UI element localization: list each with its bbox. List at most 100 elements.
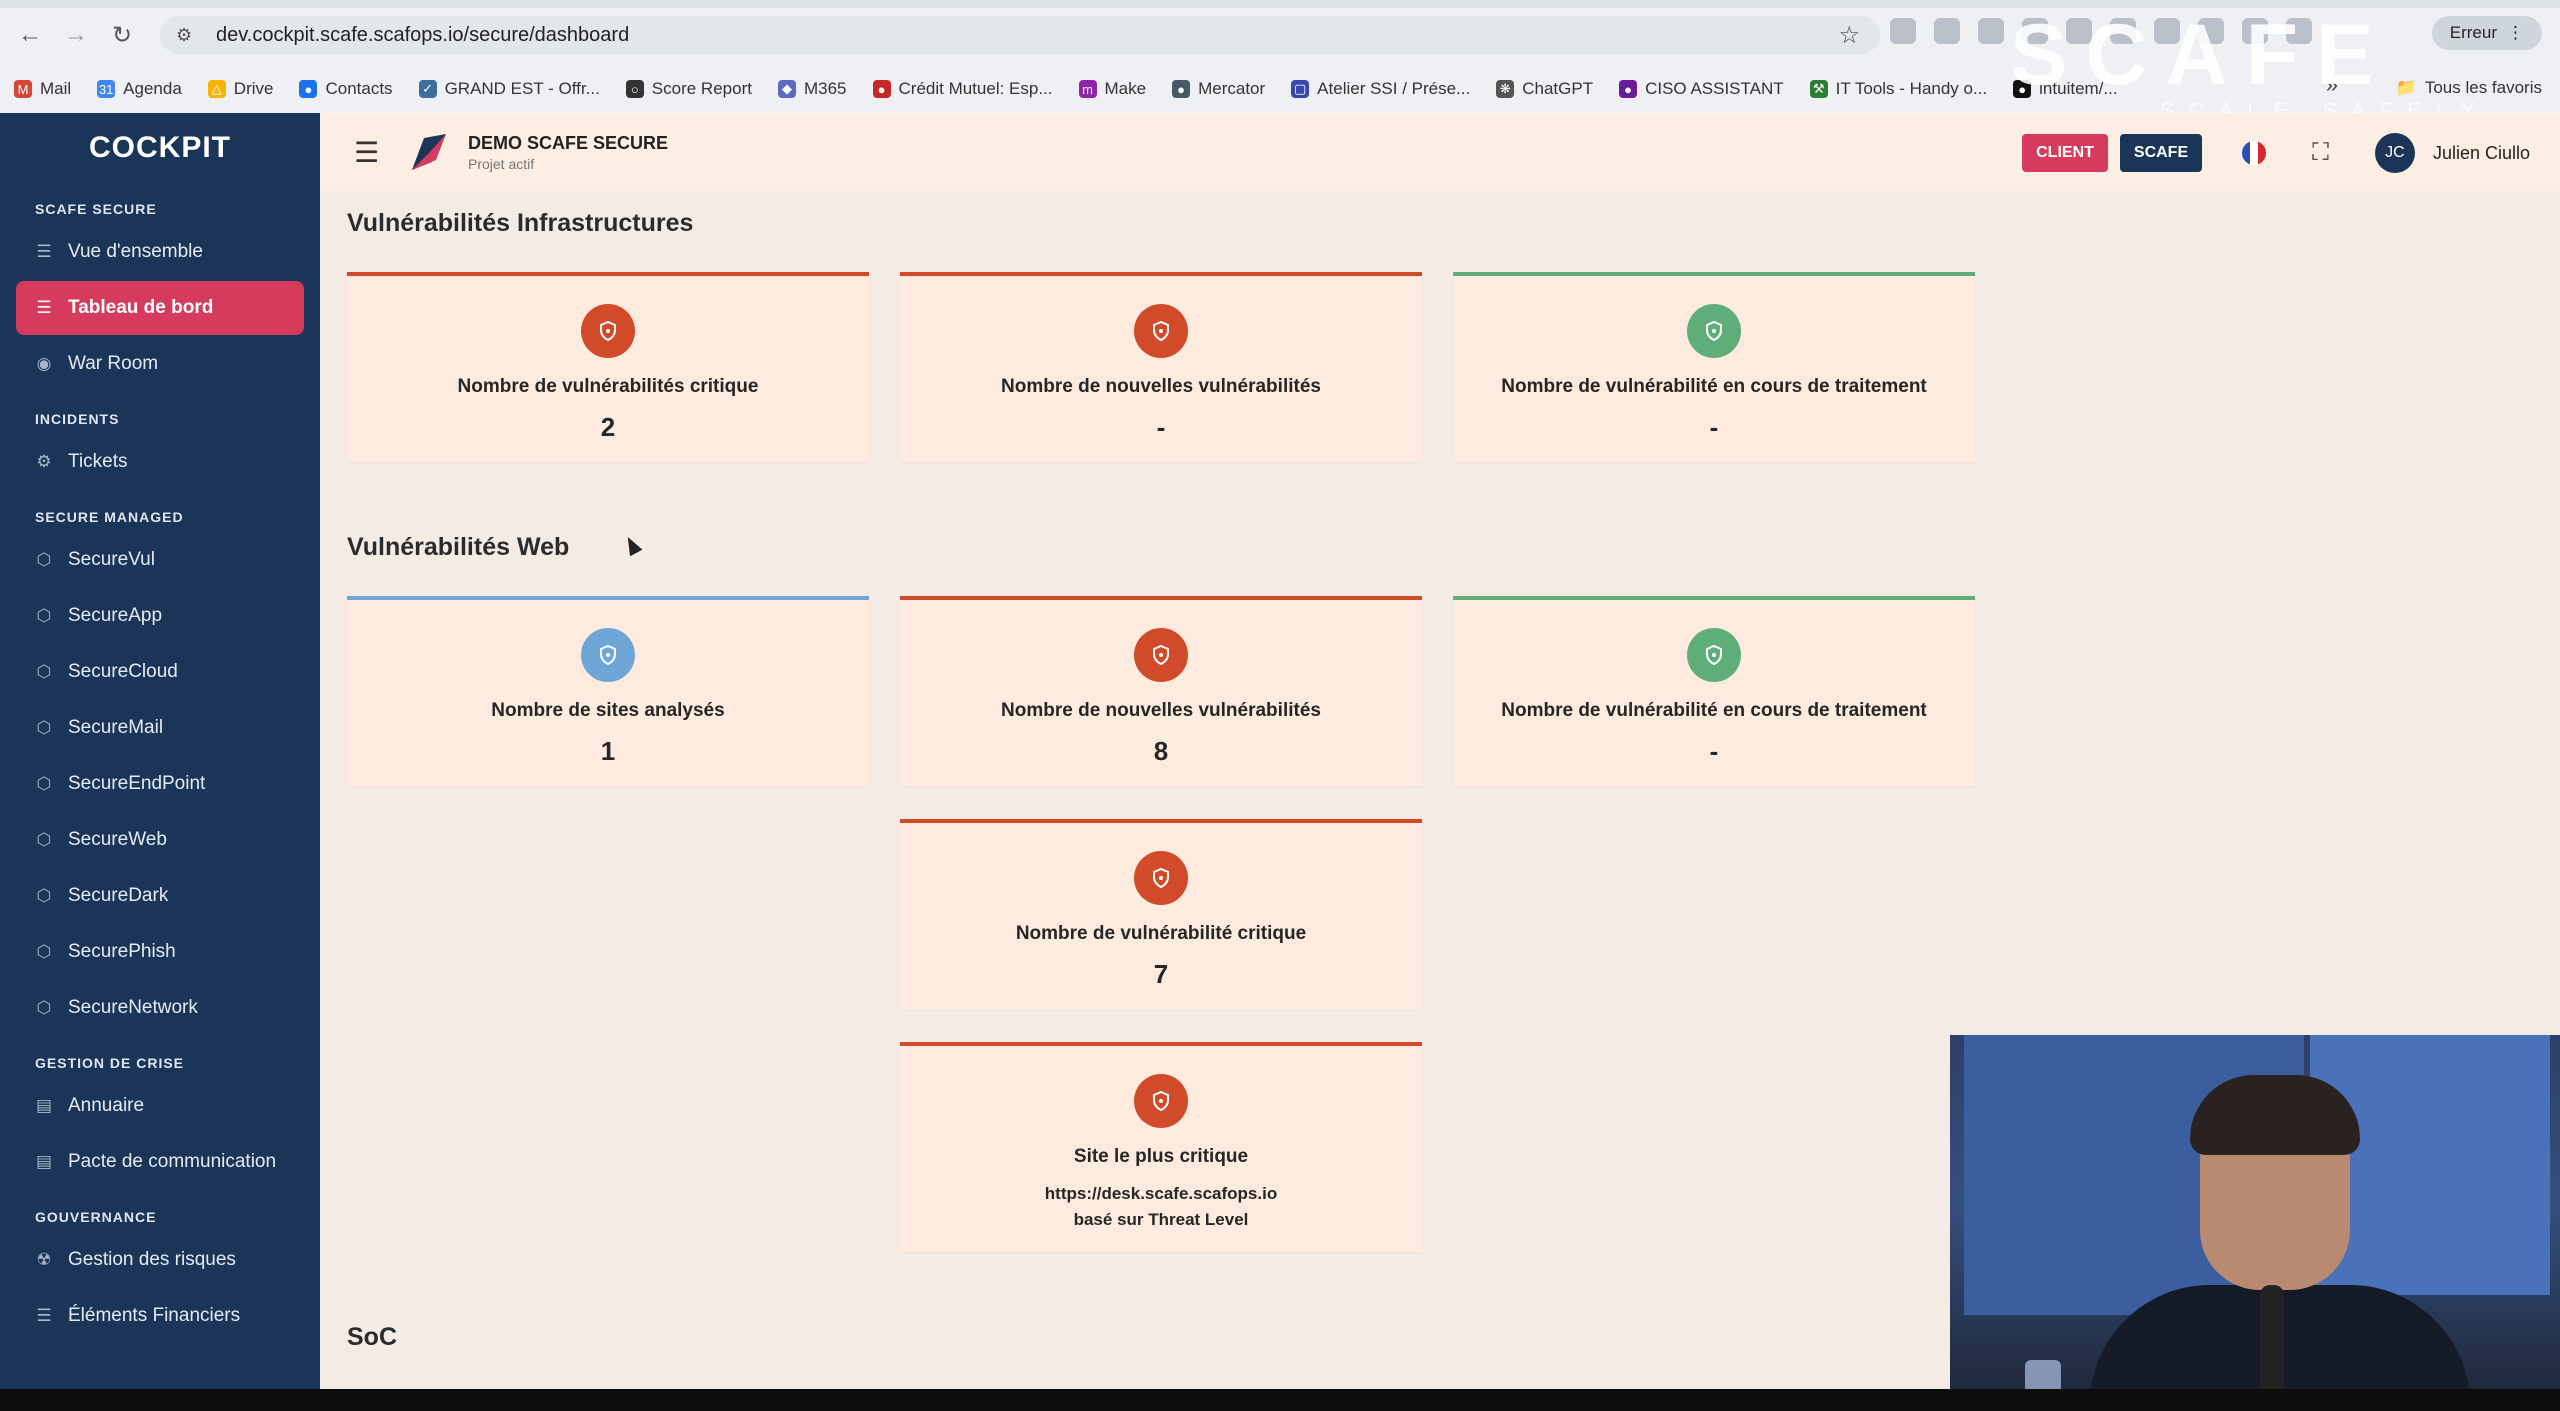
project-status: Projet actif bbox=[468, 155, 535, 172]
bookmark-ciso[interactable]: ● CISO ASSISTANT bbox=[1619, 79, 1784, 99]
avatar[interactable]: JC bbox=[2374, 133, 2415, 173]
sidebar-item-secureapp[interactable]: ⬡ SecureApp bbox=[16, 589, 304, 643]
address-url[interactable]: dev.cockpit.scafe.scafops.io/secure/dash… bbox=[216, 24, 629, 47]
hazard-icon: ☢ bbox=[36, 1250, 52, 1269]
bookmark-label: Crédit Mutuel: Esp... bbox=[898, 79, 1053, 98]
extension-icon[interactable] bbox=[1978, 18, 2004, 44]
infra-new-card: Nombre de nouvelles vulnérabilités - bbox=[900, 272, 1422, 462]
bookmark-label: Agenda bbox=[123, 79, 182, 98]
user-name[interactable]: Julien Ciullo bbox=[2433, 143, 2530, 164]
extension-icon[interactable] bbox=[1890, 18, 1916, 44]
bookmark-label: IT Tools - Handy o... bbox=[1835, 79, 1988, 98]
bookmark-star-icon[interactable]: ☆ bbox=[1838, 21, 1860, 50]
bank-icon: ● bbox=[872, 80, 891, 98]
bookmark-mail[interactable]: M Mail bbox=[14, 79, 71, 99]
bookmark-credit-mutuel[interactable]: ● Crédit Mutuel: Esp... bbox=[872, 79, 1053, 99]
shield-icon: ⬡ bbox=[36, 942, 52, 961]
document-icon: ☰ bbox=[36, 298, 52, 317]
broadcast-icon: ◉ bbox=[36, 354, 52, 373]
tools-icon: ⚒ bbox=[1809, 80, 1828, 98]
sidebar-item-war-room[interactable]: ◉ War Room bbox=[16, 337, 304, 391]
bookmark-chatgpt[interactable]: ❋ ChatGPT bbox=[1496, 79, 1593, 99]
sidebar-item-label: Vue d'ensemble bbox=[68, 241, 203, 262]
sidebar-item-secureendpoint[interactable]: ⬡ SecureEndPoint bbox=[16, 757, 304, 811]
client-button[interactable]: CLIENT bbox=[2022, 134, 2108, 172]
menu-icon[interactable]: ☰ bbox=[354, 136, 380, 169]
card-label: Nombre de vulnérabilités critique bbox=[457, 376, 759, 397]
sidebar-section-title: SECURE MANAGED bbox=[35, 509, 184, 525]
shield-icon bbox=[1134, 628, 1188, 682]
scafe-button[interactable]: SCAFE bbox=[2119, 134, 2203, 172]
sidebar-item-securevul[interactable]: ⬡ SecureVul bbox=[16, 533, 304, 587]
drive-icon: △ bbox=[207, 80, 226, 98]
shield-icon bbox=[1687, 628, 1741, 682]
project-info[interactable]: DEMO SCAFE SECURE Projet actif bbox=[468, 133, 668, 172]
bookmark-contacts[interactable]: ● Contacts bbox=[299, 79, 393, 99]
extension-icon[interactable] bbox=[1934, 18, 1960, 44]
sidebar-item-securedark[interactable]: ⬡ SecureDark bbox=[16, 869, 304, 923]
shield-icon bbox=[1134, 304, 1188, 358]
bookmark-agenda[interactable]: 31 Agenda bbox=[97, 79, 182, 99]
sidebar-item-vue-d-ensemble[interactable]: ☰ Vue d'ensemble bbox=[16, 225, 304, 279]
card-label: Nombre de vulnérabilité en cours de trai… bbox=[1501, 376, 1927, 397]
bookmark-score-report[interactable]: ○ Score Report bbox=[625, 79, 752, 99]
sidebar-item-secureweb[interactable]: ⬡ SecureWeb bbox=[16, 813, 304, 867]
sidebar-item-pacte-de-communication[interactable]: ▤ Pacte de communication bbox=[16, 1135, 304, 1189]
shield-icon: ⬡ bbox=[36, 830, 52, 849]
sidebar-item-label: Tableau de bord bbox=[68, 297, 214, 318]
address-bar[interactable]: ⚙ dev.cockpit.scafe.scafops.io/secure/da… bbox=[160, 16, 1880, 54]
card-value: 1 bbox=[600, 736, 616, 766]
sidebar-item-elements-financiers[interactable]: ☰ Éléments Financiers bbox=[16, 1289, 304, 1343]
sidebar-item-label: Tickets bbox=[68, 451, 128, 472]
french-flag-icon[interactable] bbox=[2242, 141, 2267, 165]
back-icon[interactable]: ← bbox=[14, 19, 46, 51]
sidebar-item-label: SecureApp bbox=[68, 605, 163, 626]
forward-icon[interactable]: → bbox=[60, 19, 92, 51]
bookmark-label: Mercator bbox=[1198, 79, 1266, 98]
shield-icon bbox=[581, 628, 635, 682]
bookmark-m365[interactable]: ◆ M365 bbox=[777, 79, 847, 99]
sidebar-item-gestion-des-risques[interactable]: ☢ Gestion des risques bbox=[16, 1233, 304, 1287]
sidebar-item-securephish[interactable]: ⬡ SecurePhish bbox=[16, 925, 304, 979]
bookmark-drive[interactable]: △ Drive bbox=[207, 79, 273, 99]
bookmark-mercator[interactable]: ● Mercator bbox=[1172, 79, 1265, 99]
shield-icon: ⬡ bbox=[36, 886, 52, 905]
bookmark-label: M365 bbox=[803, 79, 847, 98]
web-most-critical-site-card: Site le plus critique https://desk.scafe… bbox=[900, 1042, 1422, 1252]
book-icon: ▤ bbox=[35, 1152, 53, 1171]
sidebar-section-title: SCAFE SECURE bbox=[35, 201, 157, 217]
top-bar: ☰ DEMO SCAFE SECURE Projet actif CLIENT … bbox=[320, 113, 2560, 191]
bookmark-make[interactable]: m Make bbox=[1078, 79, 1146, 99]
card-label: Nombre de nouvelles vulnérabilités bbox=[1001, 700, 1321, 721]
sidebar-item-annuaire[interactable]: ▤ Annuaire bbox=[16, 1079, 304, 1133]
web-in-progress-card: Nombre de vulnérabilité en cours de trai… bbox=[1453, 596, 1975, 786]
shield-icon: ⬡ bbox=[36, 606, 52, 625]
speaker-hair bbox=[2190, 1075, 2360, 1155]
bookmark-it-tools[interactable]: ⚒ IT Tools - Handy o... bbox=[1809, 79, 1988, 99]
sidebar-item-securemail[interactable]: ⬡ SecureMail bbox=[16, 701, 304, 755]
sidebar-item-securenetwork[interactable]: ⬡ SecureNetwork bbox=[16, 981, 304, 1035]
calendar-icon: 31 bbox=[97, 80, 116, 98]
sidebar-item-label: Annuaire bbox=[68, 1095, 145, 1116]
site-settings-icon[interactable]: ⚙ bbox=[176, 25, 206, 46]
bookmark-label: GRAND EST - Offr... bbox=[444, 79, 600, 98]
shield-icon bbox=[1687, 304, 1741, 358]
bookmark-atelier[interactable]: ▢ Atelier SSI / Prése... bbox=[1291, 79, 1470, 99]
card-label: Nombre de sites analysés bbox=[491, 700, 725, 721]
microphone bbox=[2260, 1285, 2284, 1405]
web-critical-card: Nombre de vulnérabilité critique 7 bbox=[900, 819, 1422, 1009]
bookmark-label: ChatGPT bbox=[1522, 79, 1594, 98]
reload-icon[interactable]: ↻ bbox=[106, 19, 138, 51]
fullscreen-icon[interactable]: ⛶ bbox=[2312, 139, 2329, 167]
card-value: - bbox=[1709, 412, 1719, 442]
critical-site-link[interactable]: https://desk.scafe.scafops.io bbox=[900, 1184, 1422, 1204]
sidebar-item-label: Éléments Financiers bbox=[68, 1305, 241, 1326]
sidebar-item-label: Gestion des risques bbox=[68, 1249, 236, 1270]
shield-icon bbox=[581, 304, 635, 358]
sidebar-item-tickets[interactable]: ⚙ Tickets bbox=[16, 435, 304, 489]
sidebar-item-securecloud[interactable]: ⬡ SecureCloud bbox=[16, 645, 304, 699]
cockpit-logo[interactable]: COCKPIT bbox=[0, 113, 320, 183]
sidebar-item-tableau-de-bord[interactable]: ☰ Tableau de bord bbox=[16, 281, 304, 335]
bookmark-grand-est[interactable]: ✓ GRAND EST - Offr... bbox=[418, 79, 600, 99]
webcam-overlay bbox=[1950, 1035, 2560, 1411]
